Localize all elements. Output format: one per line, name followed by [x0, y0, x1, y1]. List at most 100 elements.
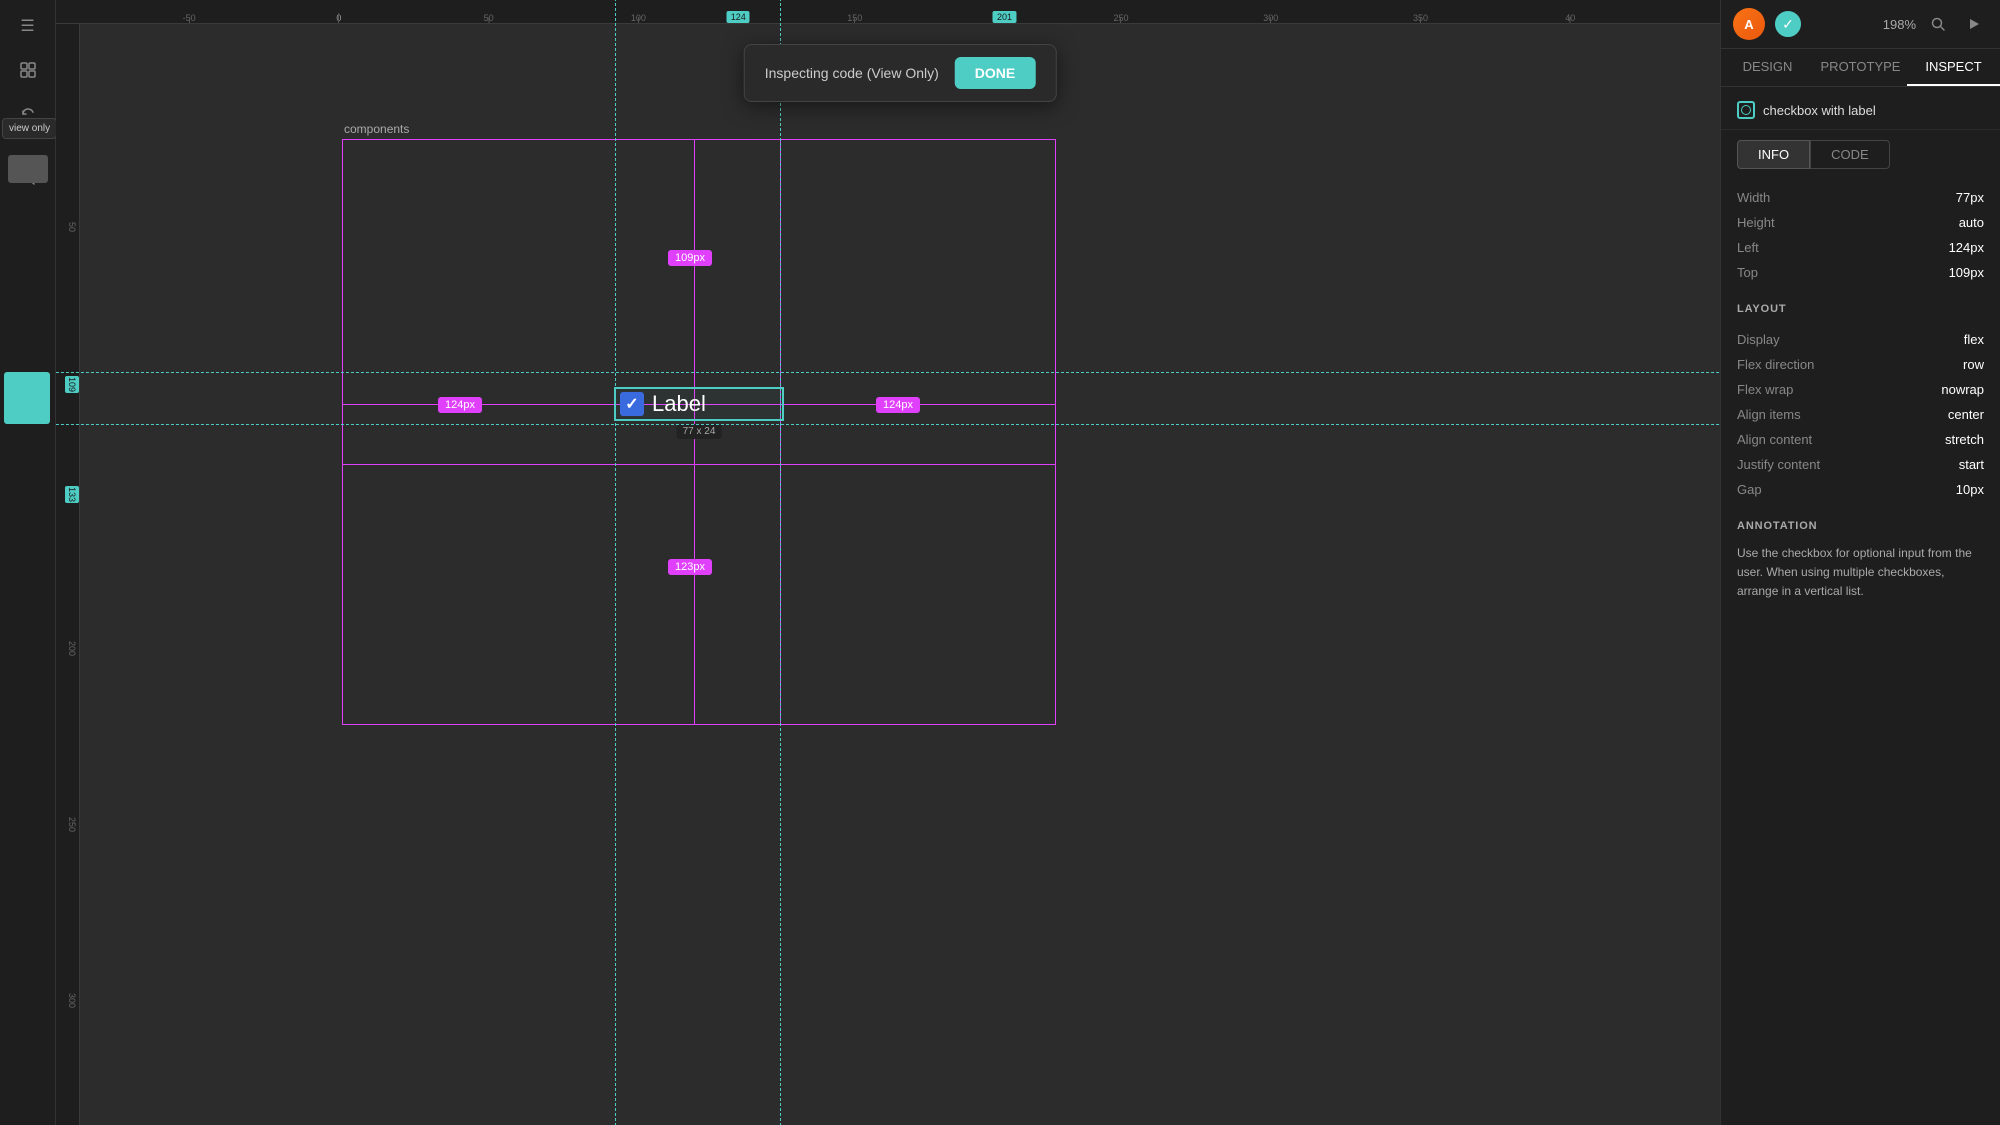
width-label: Width — [1737, 190, 1770, 205]
measure-badge-left: 124px — [438, 397, 482, 413]
vertical-grid-line-2 — [780, 139, 781, 725]
ruler-tick: 50 — [484, 13, 494, 23]
annotation-section: Use the checkbox for optional input from… — [1721, 538, 2000, 608]
checkbox-visual: ✓ — [620, 392, 644, 416]
layout-section-header: LAYOUT — [1721, 291, 2000, 321]
component-frame-label: components — [344, 122, 409, 136]
canvas-content: components 109px 124px 124px 123px — [80, 24, 1720, 1125]
selected-checkbox-element[interactable]: ✓ Label 77 x 24 — [614, 387, 784, 421]
tab-inspect[interactable]: INSPECT — [1907, 49, 2000, 86]
zoom-level: 198% — [1883, 17, 1916, 32]
label-text: Label — [652, 391, 706, 417]
prop-flex-direction: Flex direction row — [1737, 352, 1984, 377]
display-value: flex — [1964, 332, 1984, 347]
ruler-tick: 250 — [1113, 13, 1128, 23]
layout-section: Display flex Flex direction row Flex wra… — [1721, 321, 2000, 508]
flex-direction-value: row — [1963, 357, 1984, 372]
top-value: 109px — [1949, 265, 1984, 280]
inspect-banner-text: Inspecting code (View Only) — [765, 65, 939, 81]
prop-flex-wrap: Flex wrap nowrap — [1737, 377, 1984, 402]
size-tooltip: 77 x 24 — [677, 424, 722, 439]
justify-content-value: start — [1959, 457, 1984, 472]
ruler-tick-v: 250 — [67, 817, 79, 832]
right-panel-header: A ✓ 198% — [1721, 0, 2000, 49]
done-button[interactable]: DONE — [955, 57, 1035, 89]
user-avatar: A — [1733, 8, 1765, 40]
ruler-tick: 350 — [1413, 13, 1428, 23]
component-title-bar: checkbox with label — [1721, 87, 2000, 130]
justify-content-label: Justify content — [1737, 457, 1820, 472]
ruler-tick: 150 — [847, 13, 862, 23]
ruler-tick: 0 — [336, 13, 341, 23]
ruler-tick: -50 — [183, 13, 196, 23]
guide-vertical-right — [780, 0, 781, 1125]
color-swatch-dark — [8, 155, 48, 183]
teal-swatch — [4, 372, 50, 424]
gap-value: 10px — [1956, 482, 1984, 497]
inspect-banner: Inspecting code (View Only) DONE — [744, 44, 1057, 102]
ruler-tick: 300 — [1263, 13, 1278, 23]
align-items-value: center — [1948, 407, 1984, 422]
annotation-text: Use the checkbox for optional input from… — [1737, 544, 1984, 602]
horizontal-grid-line-2 — [342, 464, 1056, 465]
prop-align-items: Align items center — [1737, 402, 1984, 427]
ruler-tick-v: 200 — [67, 641, 79, 656]
measure-badge-right: 124px — [876, 397, 920, 413]
component-icon-inner — [1741, 105, 1751, 115]
play-button[interactable] — [1960, 10, 1988, 38]
prop-width: Width 77px — [1737, 185, 1984, 210]
prop-height: Height auto — [1737, 210, 1984, 235]
align-items-label: Align items — [1737, 407, 1801, 422]
right-panel: A ✓ 198% DESIGN PROTOTYPE INSPECT checkb… — [1720, 0, 2000, 1125]
measure-badge-bottom: 123px — [668, 559, 712, 575]
height-label: Height — [1737, 215, 1775, 230]
ruler-marker-109: 109 — [65, 376, 79, 393]
flex-direction-label: Flex direction — [1737, 357, 1814, 372]
left-sidebar: ☰ view only — [0, 0, 56, 1125]
left-value: 124px — [1949, 240, 1984, 255]
display-label: Display — [1737, 332, 1780, 347]
checkmark-icon: ✓ — [625, 394, 638, 414]
top-label: Top — [1737, 265, 1758, 280]
left-label: Left — [1737, 240, 1759, 255]
flex-wrap-value: nowrap — [1941, 382, 1984, 397]
ruler-marker-201: 201 — [993, 11, 1016, 23]
grid-icon[interactable] — [10, 52, 46, 88]
component-title-text: checkbox with label — [1763, 103, 1876, 118]
prop-left: Left 124px — [1737, 235, 1984, 260]
ruler-top: -50 0 50 100 124 150 201 250 300 350 40 — [56, 0, 1720, 24]
flex-wrap-label: Flex wrap — [1737, 382, 1793, 397]
canvas-area: -50 0 50 100 124 150 201 250 300 350 40 … — [56, 0, 1720, 1125]
guide-horizontal-bottom — [56, 424, 1720, 425]
align-content-label: Align content — [1737, 432, 1812, 447]
properties-section: Width 77px Height auto Left 124px Top 10… — [1721, 179, 2000, 291]
ruler-tick: 100 — [631, 13, 646, 23]
panel-tabs: DESIGN PROTOTYPE INSPECT — [1721, 49, 2000, 87]
view-only-badge: view only — [2, 118, 57, 139]
hamburger-icon[interactable]: ☰ — [10, 8, 46, 44]
ruler-marker-133: 133 — [65, 486, 79, 503]
height-value: auto — [1959, 215, 1984, 230]
component-icon — [1737, 101, 1755, 119]
info-code-tabs: INFO CODE — [1721, 130, 2000, 179]
align-content-value: stretch — [1945, 432, 1984, 447]
search-button[interactable] — [1924, 10, 1952, 38]
tab-prototype[interactable]: PROTOTYPE — [1814, 49, 1907, 86]
check-badge: ✓ — [1773, 9, 1803, 39]
ruler-tick-v: 300 — [67, 993, 79, 1008]
prop-align-content: Align content stretch — [1737, 427, 1984, 452]
prop-display: Display flex — [1737, 327, 1984, 352]
ruler-marker-124: 124 — [727, 11, 750, 23]
annotation-section-header: ANNOTATION — [1721, 508, 2000, 538]
ruler-tick: 40 — [1565, 13, 1575, 23]
tab-design[interactable]: DESIGN — [1721, 49, 1814, 86]
guide-vertical-left — [615, 0, 616, 1125]
prop-gap: Gap 10px — [1737, 477, 1984, 502]
prop-justify-content: Justify content start — [1737, 452, 1984, 477]
gap-label: Gap — [1737, 482, 1762, 497]
ruler-left: 50 109 133 200 250 300 — [56, 24, 80, 1125]
tab-code[interactable]: CODE — [1810, 140, 1890, 169]
width-value: 77px — [1956, 190, 1984, 205]
tab-info[interactable]: INFO — [1737, 140, 1810, 169]
ruler-tick-v: 50 — [67, 222, 79, 232]
